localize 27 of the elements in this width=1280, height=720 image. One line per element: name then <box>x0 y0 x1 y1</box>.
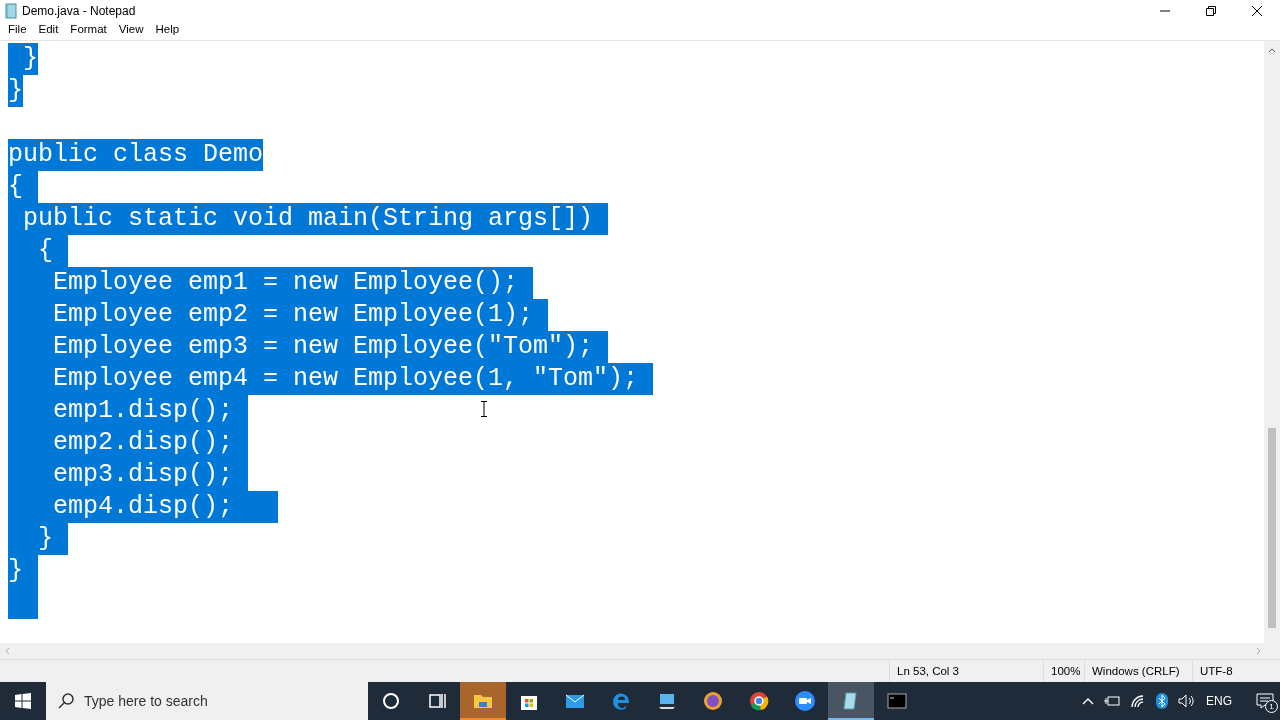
search-field[interactable]: Type here to search <box>46 682 368 720</box>
restore-icon <box>1206 6 1216 16</box>
browser-icon <box>747 689 771 713</box>
selection-highlight <box>8 587 38 619</box>
speaker-icon[interactable] <box>1178 694 1196 708</box>
vertical-scrollbar[interactable] <box>1264 41 1280 643</box>
battery-icon[interactable] <box>1104 695 1120 707</box>
search-icon <box>58 693 74 709</box>
bluetooth-icon[interactable] <box>1156 693 1168 709</box>
menu-item[interactable]: File <box>2 22 33 40</box>
notepad-icon <box>4 3 18 19</box>
windows-logo-icon <box>15 693 31 709</box>
menu-item[interactable]: Edit <box>32 22 65 40</box>
message-icon <box>1256 693 1274 709</box>
chevron-up-icon[interactable] <box>1082 697 1094 705</box>
close-icon <box>1252 6 1262 16</box>
window-title: Demo.java - Notepad <box>21 4 137 18</box>
text-cursor-icon <box>480 401 488 417</box>
language-indicator[interactable]: ENG <box>1206 694 1232 708</box>
menu-item[interactable]: Help <box>149 22 186 40</box>
scrollbar-thumb[interactable] <box>1268 428 1276 628</box>
search-placeholder: Type here to search <box>84 693 208 709</box>
menu-item[interactable]: Format <box>64 22 113 40</box>
video-camera-icon <box>793 689 817 713</box>
menu-item[interactable]: View <box>112 22 150 40</box>
scroll-up-icon[interactable] <box>1268 47 1276 53</box>
wifi-icon[interactable] <box>1130 694 1146 708</box>
